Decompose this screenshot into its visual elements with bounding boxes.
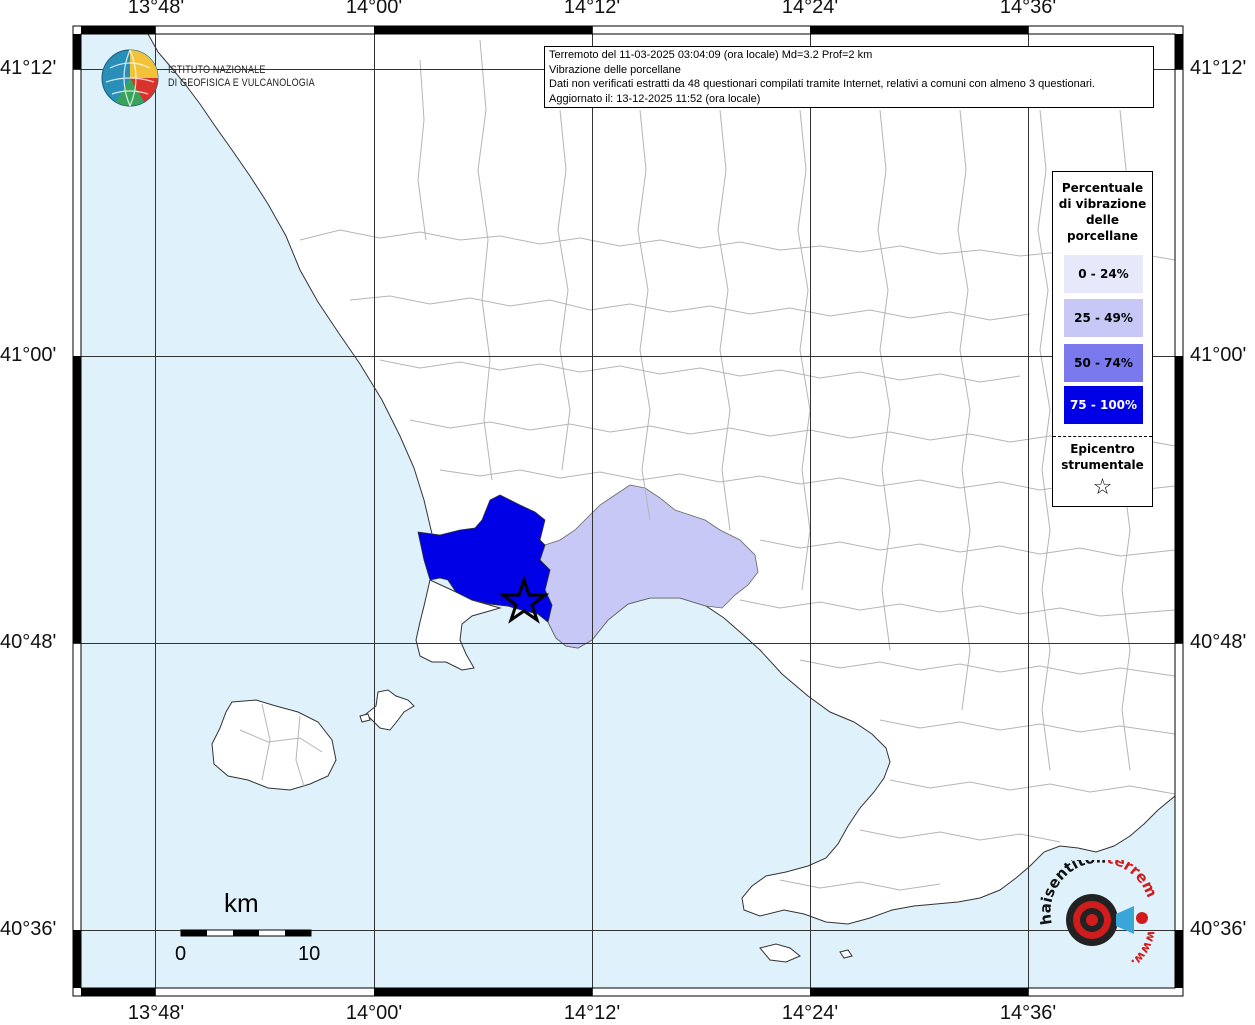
scale-end-label: 10	[298, 943, 321, 965]
lat-label-right-2: 41°00'	[1190, 344, 1247, 366]
legend-swatch-50-74: 50 - 74%	[1064, 344, 1143, 382]
lat-label-left-1: 41°12'	[0, 57, 57, 79]
svg-text:www.: www.	[1128, 929, 1159, 970]
lat-label-right-1: 41°12'	[1190, 57, 1247, 79]
event-info-line: Terremoto del 11-03-2025 03:04:09 (ora l…	[549, 49, 873, 61]
ingv-logo-line: ISTITUTO NAZIONALE	[168, 64, 266, 76]
legend-swatch-25-49: 25 - 49%	[1064, 299, 1143, 337]
lon-label-bottom-3: 14°12'	[563, 1002, 621, 1024]
lon-label-top-3: 14°12'	[563, 0, 621, 18]
lon-label-top-4: 14°24'	[781, 0, 839, 18]
legend-title-line: porcellane	[1066, 229, 1138, 243]
ingv-logo-line: DI GEOFISICA E VULCANOLOGIA	[168, 77, 315, 89]
star-icon: ☆	[1092, 475, 1113, 500]
lat-label-right-3: 40°48'	[1190, 631, 1247, 653]
legend-swatch-0-24: 0 - 24%	[1064, 255, 1143, 293]
lon-label-bottom-5: 14°36'	[999, 1002, 1057, 1024]
haisentito-logo-url: www.	[1128, 929, 1159, 970]
legend-epicenter-line: Epicentro	[1070, 442, 1135, 456]
lon-label-bottom-2: 14°00'	[345, 1002, 403, 1024]
event-info-line: Vibrazione delle porcellane	[549, 63, 681, 76]
scale-start-label: 0	[175, 943, 187, 965]
legend-title-line: delle	[1085, 213, 1120, 227]
lat-label-right-4: 40°36'	[1190, 918, 1247, 940]
legend-epicenter-line: strumentale	[1061, 458, 1144, 472]
lon-label-top-5: 14°36'	[999, 0, 1057, 18]
ingv-logo-text: ISTITUTO NAZIONALE DI GEOFISICA E VULCAN…	[168, 64, 315, 90]
lat-label-left-3: 40°48'	[0, 631, 57, 653]
event-info-line: Dati non verificati estratti da 48 quest…	[549, 78, 1095, 91]
lat-label-left-2: 41°00'	[0, 344, 57, 366]
legend-title-line: Percentuale	[1061, 181, 1144, 195]
event-info-line: Aggiornato il: 13-12-2025 11:52 (ora loc…	[549, 92, 761, 105]
event-info-box: Terremoto del 11-03-2025 03:04:09 (ora l…	[544, 46, 1154, 108]
lon-label-bottom-4: 14°24'	[781, 1002, 839, 1024]
legend-epicenter-label: Epicentro strumentale	[1053, 441, 1152, 473]
legend-swatch-75-100: 75 - 100%	[1064, 386, 1143, 424]
legend-title-line: di vibrazione	[1058, 197, 1147, 211]
lat-label-left-4: 40°36'	[0, 918, 57, 940]
legend: Percentuale di vibrazione delle porcella…	[1052, 171, 1153, 507]
scale-unit-label: km	[224, 888, 259, 918]
scale-bar	[180, 929, 312, 937]
vivara-island	[359, 713, 371, 723]
legend-separator	[1053, 436, 1152, 437]
lon-label-top-1: 13°48'	[127, 0, 185, 18]
lon-label-bottom-1: 13°48'	[127, 1002, 185, 1024]
legend-title: Percentuale di vibrazione delle porcella…	[1053, 180, 1152, 244]
haisentito-logo: haisentitoilterremoto.it www.	[1038, 860, 1160, 970]
lon-label-top-2: 14°00'	[345, 0, 403, 18]
